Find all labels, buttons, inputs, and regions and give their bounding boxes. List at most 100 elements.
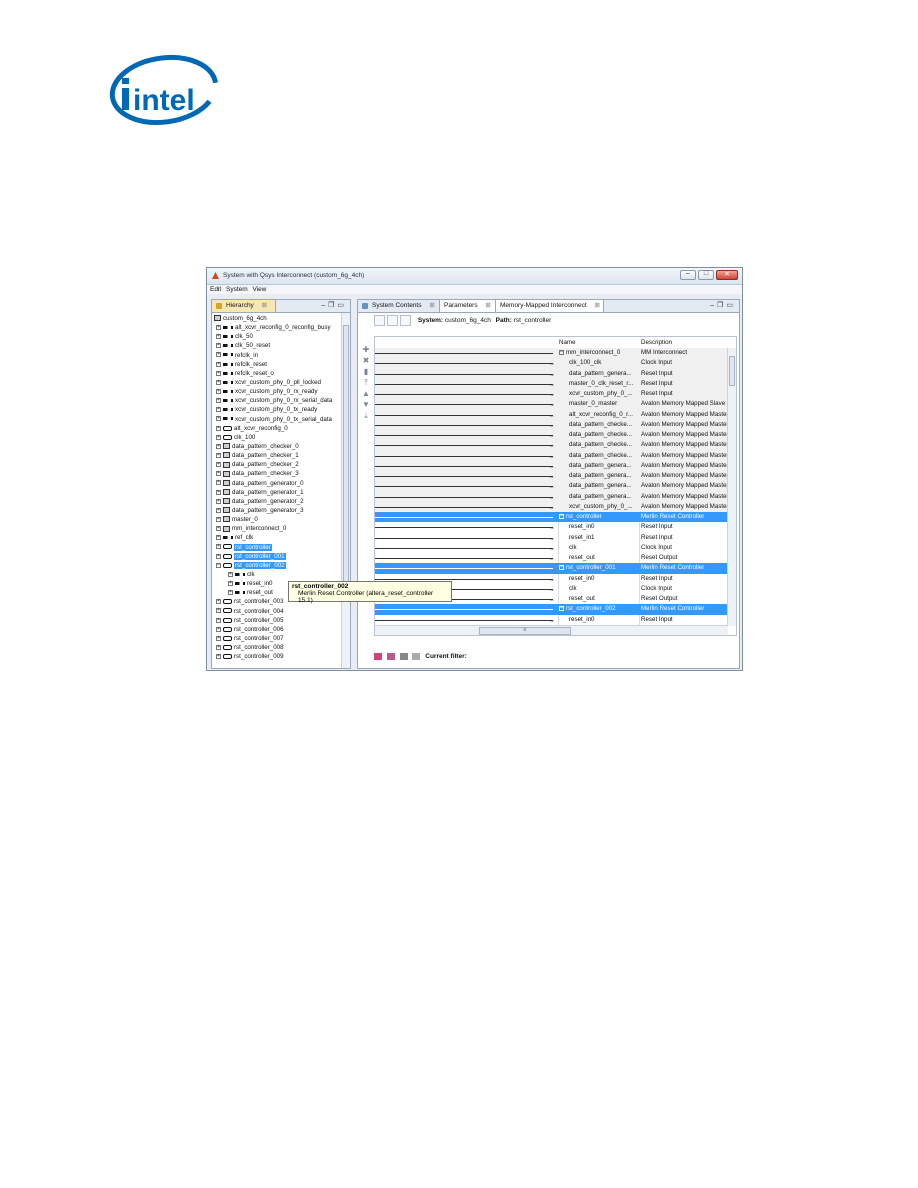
tree-item[interactable]: + data_pattern_checker_3 [214,469,338,478]
grid-horizontal-scrollbar[interactable]: ≡ [375,625,728,635]
tree-item[interactable]: + rst_controller_001 [214,552,338,561]
connection-wire[interactable] [375,547,553,549]
tree-item[interactable]: + data_pattern_checker_1 [214,451,338,460]
connection-wire[interactable] [375,558,553,559]
tab-mm-interconnect[interactable]: Memory-Mapped Interconnect ⊠ [496,300,604,312]
grid-module-row[interactable]: – rst_controller_002 Merlin Reset Controll… [375,604,736,615]
tree-item[interactable]: + master_0 [214,515,338,524]
expand-icon[interactable]: + [228,580,233,586]
tree-item[interactable]: + data_pattern_generator_1 [214,488,338,497]
tree-item[interactable]: + clk_100 [214,433,338,442]
expand-icon[interactable]: + [216,452,221,458]
expand-icon[interactable]: + [216,343,221,349]
grid-interface-row[interactable]: ← data_pattern_checke... Avalon Memory Map… [375,430,736,441]
connection-wire[interactable] [375,455,553,457]
grid-vscroll-thumb[interactable] [729,356,735,386]
hide-connections-icon[interactable] [386,653,395,660]
tree-item[interactable]: + rst_controller_008 [214,643,338,652]
expand-icon[interactable]: + [228,590,233,596]
tree-item[interactable]: + rst_controller_005 [214,616,338,625]
expand-icon[interactable]: + [216,352,221,358]
tab-system-contents[interactable]: System Contents ⊠ [358,300,440,312]
expand-icon[interactable]: + [216,407,221,413]
tree-item[interactable]: + data_pattern_checker_0 [214,442,338,451]
tree-child-item[interactable]: + clk [214,570,338,579]
connection-wire[interactable] [375,465,553,467]
grid-vertical-scrollbar[interactable] [727,348,736,626]
expand-icon[interactable]: + [216,462,221,468]
hierarchy-scroll-thumb[interactable] [343,325,349,587]
tab-hierarchy[interactable]: Hierarchy ⊠ [212,300,276,312]
connection-wire[interactable] [375,476,553,477]
expand-icon[interactable]: + [216,608,221,614]
expand-icon[interactable]: + [216,388,221,394]
tree-item[interactable]: + alt_xcvr_reconfig_0 [214,424,338,433]
tree-item[interactable]: + refclk_reset [214,360,338,369]
tab-close-icon[interactable]: ⊠ [485,302,490,309]
nav-home-button[interactable] [400,315,411,326]
expand-icon[interactable]: + [216,553,221,559]
hierarchy-scrollbar[interactable] [341,313,350,668]
nav-back-button[interactable] [374,315,385,326]
move-up-icon[interactable]: ▲ [361,388,371,399]
grid-interface-row[interactable]: →clkClock Input [375,543,736,553]
grid-interface-row[interactable]: ← data_pattern_genera... Avalon Memory Map… [375,460,736,471]
grid-interface-row[interactable]: → data_pattern_genera... Reset Input [375,368,736,379]
add-icon[interactable]: ✚ [361,344,371,355]
grid-interface-row[interactable]: → clk_100_clk Clock Input [375,358,736,369]
grid-interface-row[interactable]: → master_0_clk_reset_r... Reset Input [375,378,736,389]
grid-module-row[interactable]: – rst_controller_001 Merlin Reset Controll… [375,563,736,574]
connection-wire[interactable] [375,394,553,395]
connection-wire[interactable] [375,506,553,508]
tree-item[interactable]: + rst_controller_007 [214,634,338,643]
show-connections-icon[interactable] [374,653,382,660]
expand-icon[interactable]: + [216,644,221,650]
collapse-icon[interactable]: – [559,513,564,519]
connection-wire[interactable] [375,435,553,436]
expand-icon[interactable]: + [216,489,221,495]
expand-icon[interactable]: + [216,434,221,440]
grid-interface-row[interactable]: ← data_pattern_checke... Avalon Memory Map… [375,450,736,461]
expand-icon[interactable]: + [216,334,221,340]
tab-parameters[interactable]: Parameters ⊠ [440,300,496,312]
col-description-header[interactable]: Description [641,339,672,346]
expand-icon[interactable]: + [216,416,221,422]
connection-wire[interactable] [375,353,553,354]
connection-wire[interactable] [375,373,553,375]
tree-item[interactable]: + data_pattern_generator_3 [214,506,338,515]
expand-icon[interactable]: + [216,379,221,385]
tree-item[interactable]: + data_pattern_generator_0 [214,479,338,488]
expand-icon[interactable]: + [216,325,221,330]
grid-interface-row[interactable]: ← data_pattern_checke... Avalon Memory Map… [375,419,736,430]
grid-interface-row[interactable]: ← data_pattern_genera... Avalon Memory Map… [375,481,736,492]
remove-icon[interactable]: ✖ [361,355,371,366]
col-name-header[interactable]: Name [559,339,576,346]
collapse-icon[interactable]: – [216,562,221,568]
menu-view[interactable]: View [253,286,267,293]
tree-item[interactable]: – rst_controller_002 [214,561,338,570]
tree-item[interactable]: + ref_clk [214,533,338,542]
connection-wire[interactable] [375,568,553,570]
grid-module-row[interactable]: – rst_controller Merlin Reset Controller [375,512,736,523]
menu-edit[interactable]: Edit [210,286,221,293]
collapse-icon[interactable]: – [559,606,564,612]
tree-item[interactable]: + data_pattern_generator_2 [214,497,338,506]
expand-icon[interactable]: + [228,571,233,577]
expand-icon[interactable]: + [216,471,221,477]
expand-icon[interactable]: + [216,654,221,660]
grid-interface-row[interactable]: ← reset_out Reset Output [375,553,736,563]
move-top-icon[interactable]: ⤒ [361,377,371,388]
clear-filter-icon[interactable] [412,653,421,660]
filter-icon[interactable] [399,653,408,660]
expand-icon[interactable]: + [216,626,221,632]
connection-wire[interactable] [375,414,553,416]
connection-wire[interactable] [375,517,553,518]
tree-item[interactable]: + rst_controller [214,543,338,552]
expand-icon[interactable]: + [216,635,221,641]
connection-wire[interactable] [375,363,553,365]
maximize-button[interactable]: □ [698,270,714,280]
tree-item[interactable]: + xcvr_custom_phy_0_tx_ready [214,405,338,414]
panel-window-controls[interactable]: –❐▭ [710,301,736,309]
expand-icon[interactable]: + [216,526,221,532]
connection-wire[interactable] [375,609,553,611]
